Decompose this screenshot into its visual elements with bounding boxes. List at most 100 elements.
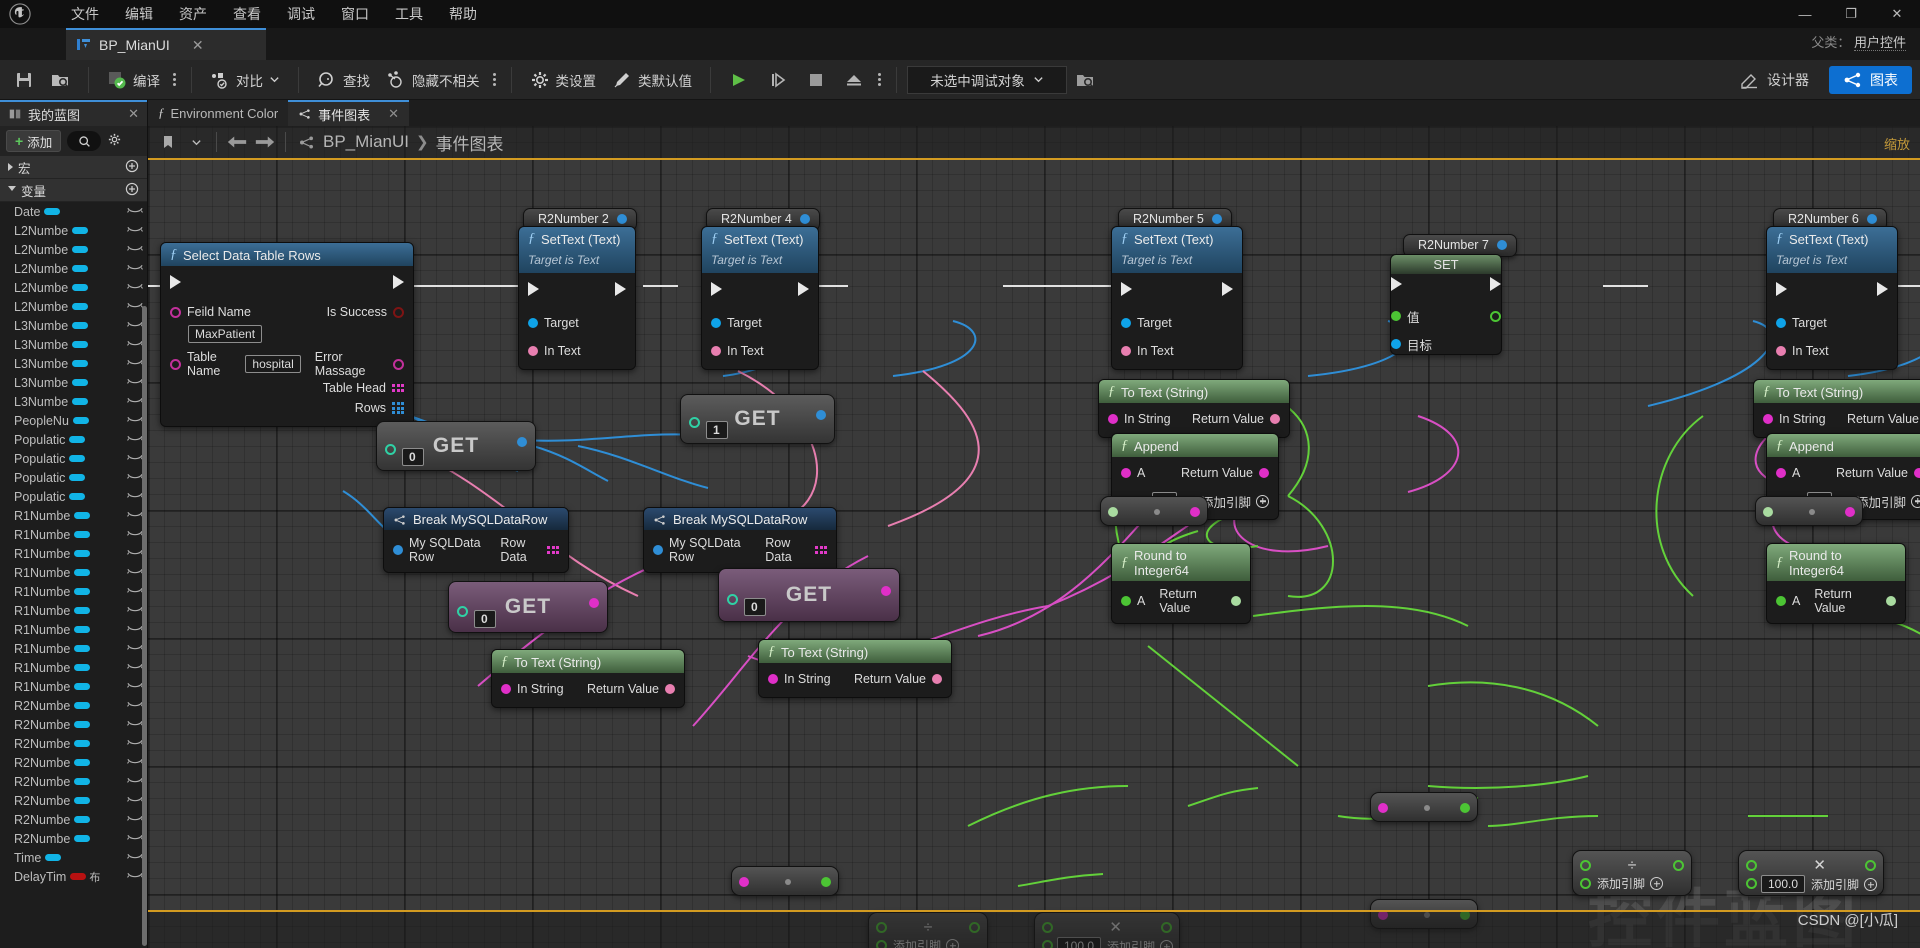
add-pin-button[interactable]: 添加引脚	[1201, 492, 1269, 511]
blueprint-settings-gear-icon[interactable]	[107, 132, 122, 150]
field-name-value[interactable]: MaxPatient	[188, 325, 263, 343]
exec-out-pin[interactable]	[1877, 282, 1888, 296]
eye-icon[interactable]	[127, 603, 143, 618]
eye-icon[interactable]	[127, 451, 143, 466]
eye-icon[interactable]	[127, 223, 143, 238]
add-pin-button[interactable]: 添加引脚	[1856, 492, 1920, 511]
variable-row[interactable]: Populatic	[0, 468, 147, 487]
document-tab-bp-mianui[interactable]: BP_MianUI ✕	[66, 28, 266, 60]
eye-icon[interactable]	[127, 622, 143, 637]
exec-out-pin[interactable]	[798, 282, 809, 296]
variable-type-pill[interactable]	[74, 721, 91, 728]
exec-in-pin[interactable]	[1776, 282, 1787, 296]
pin-out[interactable]	[821, 877, 831, 887]
eye-icon[interactable]	[127, 774, 143, 789]
node-get-array-4[interactable]: 0 GET	[718, 568, 900, 622]
eye-icon[interactable]	[127, 755, 143, 770]
variable-row[interactable]: DelayTim 布	[0, 867, 147, 886]
designer-mode-button[interactable]: 设计器	[1726, 66, 1823, 94]
variable-row[interactable]: R2Numbe	[0, 810, 147, 829]
class-defaults-button[interactable]: 类默认值	[604, 65, 700, 95]
pin-a[interactable]	[1378, 803, 1388, 813]
exec-out-pin[interactable]	[1490, 277, 1501, 291]
eye-icon[interactable]	[127, 831, 143, 846]
variable-row[interactable]: R1Numbe	[0, 677, 147, 696]
pin-target[interactable]: Target	[711, 316, 762, 330]
add-variable-button[interactable]: + 添加	[6, 130, 62, 152]
pin-return-value[interactable]: Return Value	[1836, 466, 1920, 480]
pin-a[interactable]: A	[1121, 466, 1145, 480]
node-get-array-2[interactable]: 1 GET	[680, 394, 835, 444]
variable-type-pill[interactable]	[74, 797, 91, 804]
node-to-text-3[interactable]: ƒ To Text (String) In String Return Valu…	[1098, 379, 1290, 438]
maximize-button[interactable]: ❐	[1828, 0, 1874, 28]
pin-in-text[interactable]: In Text	[1121, 344, 1174, 358]
breadcrumb-leaf[interactable]: 事件图表	[436, 130, 504, 155]
eye-icon[interactable]	[127, 508, 143, 523]
variable-type-pill[interactable]	[69, 455, 86, 462]
eye-icon[interactable]	[127, 679, 143, 694]
pin-out-dot[interactable]	[1490, 310, 1501, 322]
node-math-concat-4[interactable]	[1755, 496, 1863, 526]
variable-row[interactable]: R1Numbe	[0, 506, 147, 525]
pin-item-out[interactable]	[816, 410, 826, 420]
pin-a[interactable]	[1108, 507, 1118, 517]
pin-is-success[interactable]: Is Success	[327, 305, 404, 319]
eye-icon[interactable]	[127, 299, 143, 314]
menu-item-assets[interactable]: 资产	[166, 0, 220, 28]
node-break-mysqldatarow-1[interactable]: Break MySQLDataRow My SQLData Row Row Da…	[383, 507, 569, 573]
variable-row[interactable]: L3Numbe	[0, 316, 147, 335]
variable-row[interactable]: R1Numbe	[0, 658, 147, 677]
exec-out-pin[interactable]	[1222, 282, 1233, 296]
eye-icon[interactable]	[127, 337, 143, 352]
variable-row[interactable]: R1Numbe	[0, 563, 147, 582]
pin-target[interactable]: Target	[1776, 316, 1827, 330]
play-button[interactable]	[721, 65, 759, 95]
menu-item-debug[interactable]: 调试	[274, 0, 328, 28]
node-round-to-integer64-4[interactable]: ƒ Round to Integer64 A Return Value	[1766, 543, 1906, 624]
variable-row[interactable]: L2Numbe	[0, 278, 147, 297]
variable-row[interactable]: L2Numbe	[0, 221, 147, 240]
hide-unrelated-button[interactable]: 隐藏不相关	[378, 65, 488, 95]
variable-row[interactable]: R1Numbe	[0, 620, 147, 639]
debug-browse-button[interactable]	[1067, 65, 1103, 95]
section-macros[interactable]: 宏	[0, 156, 147, 179]
pin-table-head[interactable]: Table Head	[323, 381, 404, 395]
pin-out[interactable]	[1865, 860, 1876, 871]
node-settext-1[interactable]: ƒ SetText (Text) Target is Text Target I…	[518, 226, 636, 370]
parent-class-value[interactable]: 用户控件	[1853, 35, 1906, 51]
pin-in-text[interactable]: In Text	[1776, 344, 1829, 358]
pin-item-out[interactable]	[517, 437, 527, 447]
section-variables[interactable]: 变量	[0, 179, 147, 202]
eye-icon[interactable]	[127, 489, 143, 504]
eye-icon[interactable]	[127, 736, 143, 751]
navigate-forward-button[interactable]	[251, 130, 279, 154]
bookmark-dropdown-icon[interactable]	[182, 130, 210, 154]
pin-a[interactable]: A	[1776, 466, 1800, 480]
node-settext-3[interactable]: ƒ SetText (Text) Target is Text Target I…	[1111, 226, 1243, 370]
variable-type-pill[interactable]	[74, 645, 91, 652]
exec-out-pin[interactable]	[615, 282, 626, 296]
pin-error-massage[interactable]: Error Massage	[315, 350, 404, 378]
variable-type-pill[interactable]	[72, 246, 89, 253]
pin-out[interactable]	[1460, 803, 1470, 813]
variable-type-pill[interactable]	[74, 835, 91, 842]
tab-event-graph[interactable]: 事件图表 ✕	[288, 100, 410, 126]
eye-icon[interactable]	[127, 546, 143, 561]
stop-button[interactable]	[797, 65, 835, 95]
variable-row[interactable]: R2Numbe	[0, 791, 147, 810]
bookmark-button[interactable]	[154, 130, 182, 154]
eye-icon[interactable]	[127, 717, 143, 732]
eye-icon[interactable]	[127, 413, 143, 428]
menu-item-help[interactable]: 帮助	[436, 0, 490, 28]
pin-value[interactable]: 值	[1391, 307, 1420, 326]
pin-in-text[interactable]: In Text	[711, 344, 764, 358]
eye-icon[interactable]	[127, 698, 143, 713]
eject-button[interactable]	[835, 65, 873, 95]
pin-a[interactable]	[1580, 860, 1591, 871]
variable-row[interactable]: L2Numbe	[0, 259, 147, 278]
variable-type-pill[interactable]	[74, 626, 91, 633]
pin-target[interactable]: Target	[1121, 316, 1172, 330]
node-round-to-integer64-3[interactable]: ƒ Round to Integer64 A Return Value	[1111, 543, 1251, 624]
node-to-text-4[interactable]: ƒ To Text (String) In String Return Valu…	[1753, 379, 1920, 438]
